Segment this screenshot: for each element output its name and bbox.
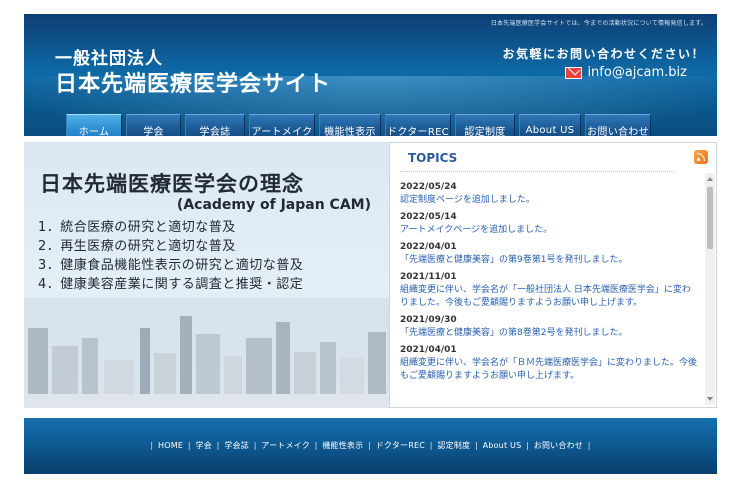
footer-separator: | [474, 441, 478, 450]
rss-icon[interactable] [694, 150, 708, 164]
nav-item-label: ドクターREC [387, 127, 449, 136]
footer-link-contact[interactable]: お問い合わせ [534, 441, 583, 450]
footer-separator: | [429, 441, 433, 450]
scroll-thumb[interactable] [707, 187, 713, 249]
footer-nav: | HOME | 学会 | 学会誌 | アートメイク | 機能性表示 | ドクタ… [24, 440, 717, 451]
topic-date: 2022/05/24 [400, 182, 457, 192]
footer-link-doctor-rec[interactable]: ドクターREC [376, 441, 425, 450]
topic-link[interactable]: アートメイクページを追加しました。 [400, 224, 698, 239]
topic-link[interactable]: 「先端医療と健康美容」の第9巻第1号を発刊しました。 [400, 254, 698, 269]
topics-list: 2022/05/24 認定制度ページを追加しました。 2022/05/14 アー… [400, 179, 698, 407]
topics-panel[interactable]: TOPICS 2022/05/24 認定制度ページを追加しました。 2022/0… [389, 142, 717, 408]
city-skyline-image [24, 298, 389, 408]
nav-item-label: 学会 [143, 127, 164, 136]
contact-email-text[interactable]: info@ajcam.biz [587, 65, 687, 80]
principles-list: 1．統合医療の研究と適切な普及 2．再生医療の研究と適切な普及 3．健康食品機能… [38, 218, 303, 294]
topic-link[interactable]: 「先端医療と健康美容」の第8巻第2号を発刊しました。 [400, 327, 698, 342]
contact-prompt: お気軽にお問い合わせください！ [502, 47, 705, 61]
topic-date: 2022/04/01 [400, 242, 457, 252]
footer-separator: | [253, 441, 257, 450]
topic-date: 2021/04/01 [400, 345, 457, 355]
footer-link-home[interactable]: HOME [158, 441, 183, 450]
site-footer: | HOME | 学会 | 学会誌 | アートメイク | 機能性表示 | ドクタ… [24, 418, 717, 474]
principle-item: 3．健康食品機能性表示の研究と適切な普及 [38, 258, 304, 273]
footer-separator: | [150, 441, 154, 450]
nav-item-label: お問い合わせ [587, 127, 649, 136]
topic-date: 2022/05/14 [400, 212, 457, 222]
mail-icon [565, 66, 583, 79]
footer-separator: | [526, 441, 530, 450]
nav-item-certification[interactable]: 認定制度 [455, 114, 515, 136]
site-header: 日本先端医療医学会サイトでは、今までの活動状況について情報発信します。 一般社団… [24, 14, 717, 136]
topic-link[interactable]: 認定制度ページを追加しました。 [400, 194, 698, 209]
footer-separator: | [314, 441, 318, 450]
top-notice: 日本先端医療医学会サイトでは、今までの活動状況について情報発信します。 [490, 20, 707, 27]
nav-item-label: アートメイク [251, 127, 313, 136]
nav-item-functional-labeling[interactable]: 機能性表示 [319, 114, 381, 136]
main-nav: ホーム 学会 学会誌 アートメイク 機能性表示 ドクターREC 認定制度 Abo… [66, 114, 651, 136]
footer-link-artmake[interactable]: アートメイク [261, 441, 310, 450]
nav-item-artmake[interactable]: アートメイク [249, 114, 315, 136]
nav-item-contact[interactable]: お問い合わせ [585, 114, 651, 136]
footer-separator: | [368, 441, 371, 450]
nav-item-doctor-rec[interactable]: ドクターREC [385, 114, 451, 136]
hero-title: 日本先端医療医学会の理念 [40, 172, 304, 196]
principle-item: 1．統合医療の研究と適切な普及 [38, 220, 236, 235]
topic-link[interactable]: 組織変更に伴い、学会名が「一般社団法人 日本先端医療医学会」に変わりました。今後… [400, 284, 698, 312]
nav-item-label: 認定制度 [464, 127, 506, 136]
nav-item-label: 機能性表示 [324, 127, 376, 136]
nav-item-about-us[interactable]: About US [519, 114, 581, 136]
topic-date: 2021/11/01 [400, 272, 457, 282]
topics-title: TOPICS [408, 151, 458, 165]
topic-date: 2021/09/30 [400, 315, 457, 325]
page: 日本先端医療医学会サイトでは、今までの活動状況について情報発信します。 一般社団… [0, 0, 739, 494]
footer-link-certification[interactable]: 認定制度 [437, 441, 470, 450]
nav-item-home[interactable]: ホーム [66, 114, 122, 136]
nav-item-journal[interactable]: 学会誌 [185, 114, 245, 136]
contact-email-link[interactable]: info@ajcam.biz [565, 65, 687, 80]
nav-item-label: ホーム [78, 127, 110, 136]
principle-item: 4．健康美容産業に関する調査と推奨・認定 [38, 277, 304, 292]
scroll-down-arrow-icon[interactable] [707, 397, 713, 401]
hero-banner: 日本先端医療医学会の理念 (Academy of Japan CAM) 1．統合… [24, 142, 389, 408]
topics-scrollbar[interactable] [705, 173, 715, 405]
hero-subtitle: (Academy of Japan CAM) [176, 197, 371, 213]
footer-separator: | [216, 441, 220, 450]
nav-item-label: About US [525, 125, 575, 136]
nav-item-academy[interactable]: 学会 [126, 114, 181, 136]
principle-item: 2．再生医療の研究と適切な普及 [38, 239, 236, 254]
footer-link-academy[interactable]: 学会 [196, 441, 212, 450]
footer-link-journal[interactable]: 学会誌 [224, 441, 249, 450]
footer-separator: | [187, 441, 191, 450]
topic-link[interactable]: 組織変更に伴い、学会名が「ＢＭ先端医療医学会」に変わりました。今後もご愛顧賜りま… [400, 357, 698, 385]
topics-divider [400, 171, 674, 172]
site-title[interactable]: 日本先端医療医学会サイト [55, 66, 331, 98]
nav-item-label: 学会誌 [199, 127, 231, 136]
footer-link-functional-labeling[interactable]: 機能性表示 [322, 441, 363, 450]
footer-link-about-us[interactable]: About US [483, 441, 522, 450]
footer-separator: | [587, 441, 591, 450]
scroll-up-arrow-icon[interactable] [707, 177, 713, 181]
